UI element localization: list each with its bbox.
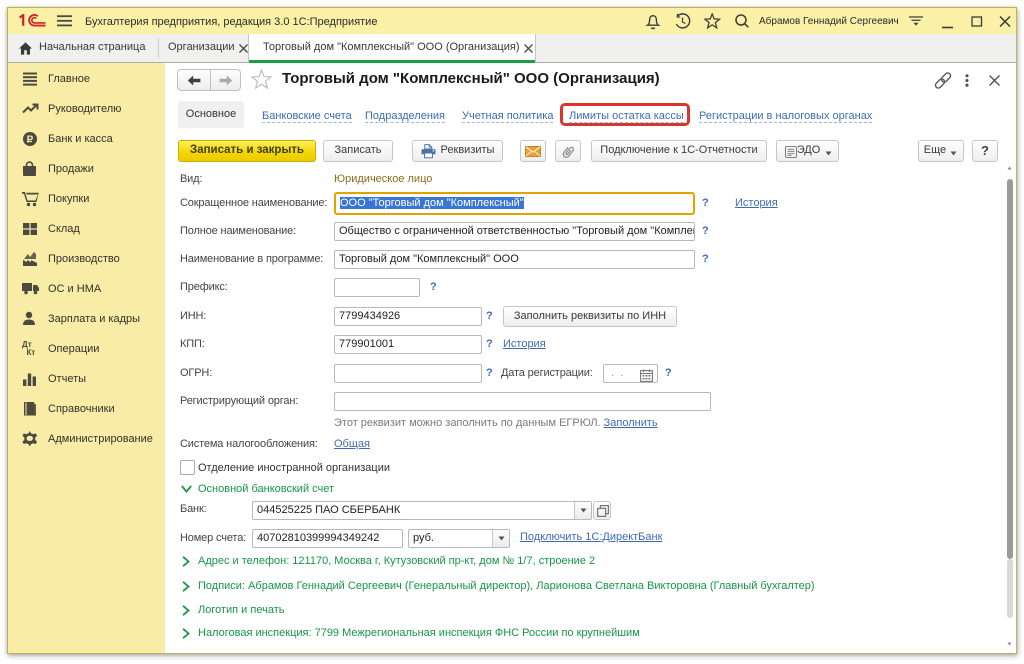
svg-text:P: P [27,135,34,146]
